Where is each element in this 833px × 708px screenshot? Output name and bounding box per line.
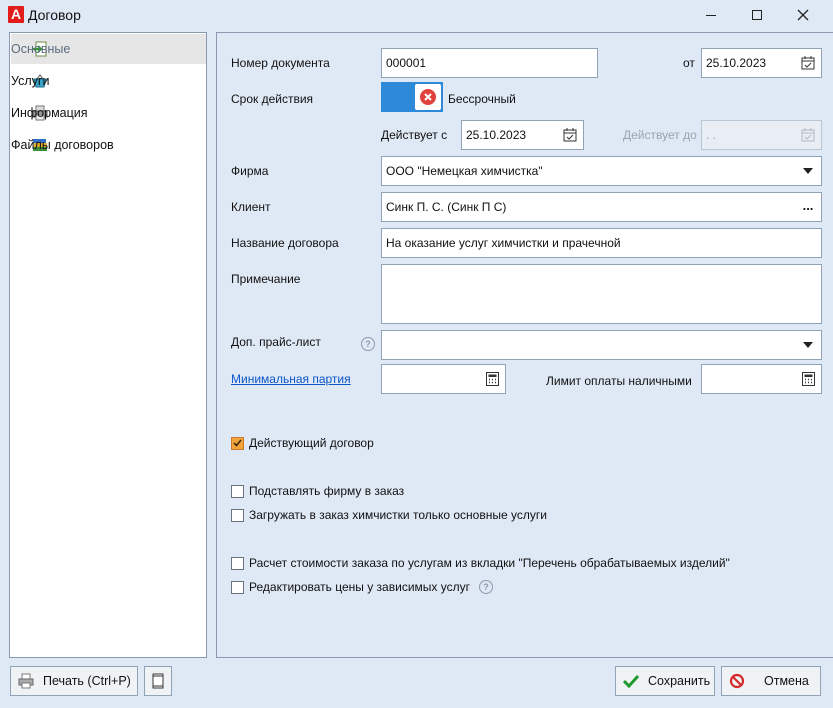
doc-number-label: Номер документа	[231, 56, 330, 70]
sidebar-item-services[interactable]: Услуги	[11, 66, 206, 96]
valid-to-label: Действует до	[623, 128, 697, 142]
term-toggle[interactable]	[381, 82, 443, 112]
calendar-icon	[795, 121, 821, 149]
valid-to-value: . .	[706, 128, 717, 142]
maximize-icon	[752, 10, 762, 20]
sidebar-item-label: Файлы договоров	[11, 138, 114, 152]
ellipsis-icon[interactable]: ...	[795, 193, 821, 221]
cash-limit-label: Лимит оплаты наличными	[546, 374, 692, 388]
minimize-icon	[706, 14, 716, 16]
calculator-icon[interactable]	[479, 365, 505, 393]
valid-from-value: 25.10.2023	[466, 128, 527, 142]
contract-name-input[interactable]: На оказание услуг химчистки и прачечной	[381, 228, 822, 258]
sidebar-item-files[interactable]: Файлы договоров	[11, 130, 206, 160]
help-icon[interactable]: ?	[361, 337, 375, 351]
term-toggle-label: Бессрочный	[448, 92, 516, 106]
price-list-select[interactable]	[381, 330, 822, 360]
checkbox-label: Расчет стоимости заказа по услугам из вк…	[249, 556, 730, 570]
client-value: Синк П. С. (Синк П С)	[386, 200, 507, 214]
doc-number-input[interactable]: 000001	[381, 48, 598, 78]
note-textarea[interactable]	[381, 264, 822, 324]
checkbox-label: Редактировать цены у зависимых услуг	[249, 580, 470, 594]
calendar-icon[interactable]	[557, 121, 583, 149]
close-button[interactable]	[780, 0, 826, 30]
toggle-off-icon	[420, 89, 436, 105]
doc-number-value: 000001	[386, 56, 427, 70]
close-icon	[797, 9, 809, 21]
calendar-icon[interactable]	[795, 49, 821, 77]
firm-label: Фирма	[231, 164, 269, 178]
checkbox-calc-by-services[interactable]: Расчет стоимости заказа по услугам из вк…	[231, 556, 730, 570]
contract-name-value: На оказание услуг химчистки и прачечной	[386, 236, 621, 250]
checkbox-substitute-firm[interactable]: Подставлять фирму в заказ	[231, 484, 404, 498]
sidebar-item-label: Услуги	[11, 74, 50, 88]
from-date-value: 25.10.2023	[706, 56, 767, 70]
from-label: от	[683, 56, 695, 70]
checkbox-box	[231, 508, 244, 522]
print-button[interactable]: Печать (Ctrl+P)	[10, 666, 138, 696]
minimize-button[interactable]	[688, 0, 734, 30]
print-preview-button[interactable]	[144, 666, 172, 696]
checkbox-label: Загружать в заказ химчистки только основ…	[249, 508, 547, 522]
checkmark-icon	[622, 672, 640, 690]
price-list-label: Доп. прайс-лист	[231, 335, 321, 349]
firm-select[interactable]: ООО "Немецкая химчистка"	[381, 156, 822, 186]
maximize-button[interactable]	[734, 0, 780, 30]
checkbox-active-contract[interactable]: Действующий договор	[231, 436, 374, 450]
sidebar-item-label: Основные	[11, 42, 71, 56]
window-title: Договор	[28, 7, 81, 23]
firm-value: ООО "Немецкая химчистка"	[386, 164, 543, 178]
cancel-button-label: Отмена	[764, 674, 809, 688]
term-label: Срок действия	[231, 92, 314, 106]
valid-from-label: Действует с	[381, 128, 448, 142]
toggle-knob	[415, 84, 441, 110]
checkbox-box	[231, 484, 244, 498]
sidebar-item-info[interactable]: Информация	[11, 98, 206, 128]
help-icon[interactable]: ?	[479, 580, 493, 594]
app-logo-icon: A	[8, 6, 24, 23]
checkbox-label: Подставлять фирму в заказ	[249, 484, 405, 498]
sidebar-item-label: Информация	[11, 106, 88, 120]
printer-icon	[17, 672, 35, 690]
dropdown-arrow-icon[interactable]	[795, 331, 821, 359]
client-label: Клиент	[231, 200, 271, 214]
save-button[interactable]: Сохранить	[615, 666, 715, 696]
checkbox-main-services-only[interactable]: Загружать в заказ химчистки только основ…	[231, 508, 547, 522]
cancel-icon	[728, 672, 746, 690]
main-panel: Номер документа 000001 от 25.10.2023 Сро…	[216, 32, 833, 658]
from-date-input[interactable]: 25.10.2023	[701, 48, 822, 78]
min-batch-input[interactable]	[381, 364, 506, 394]
print-button-label: Печать (Ctrl+P)	[43, 674, 131, 688]
sidebar: Основные Услуги Информация Файлы договор…	[9, 32, 207, 658]
checkbox-checked-icon	[231, 436, 244, 450]
calculator-icon[interactable]	[795, 365, 821, 393]
checkbox-box	[231, 580, 244, 594]
title-bar: A Договор	[0, 0, 833, 30]
dropdown-arrow-icon[interactable]	[795, 157, 821, 185]
min-batch-link[interactable]: Минимальная партия	[231, 372, 351, 386]
valid-from-input[interactable]: 25.10.2023	[461, 120, 584, 150]
sidebar-item-main[interactable]: Основные	[11, 34, 206, 64]
save-button-label: Сохранить	[648, 674, 711, 688]
contract-name-label: Название договора	[231, 236, 339, 250]
checkbox-label: Действующий договор	[249, 436, 374, 450]
note-label: Примечание	[231, 272, 301, 286]
cancel-button[interactable]: Отмена	[721, 666, 821, 696]
checkbox-box	[231, 556, 244, 570]
valid-to-input: . .	[701, 120, 822, 150]
page-preview-icon	[152, 673, 164, 689]
checkbox-edit-dependent-prices[interactable]: Редактировать цены у зависимых услуг	[231, 580, 470, 594]
cash-limit-input[interactable]	[701, 364, 822, 394]
client-input[interactable]: Синк П. С. (Синк П С) ...	[381, 192, 822, 222]
